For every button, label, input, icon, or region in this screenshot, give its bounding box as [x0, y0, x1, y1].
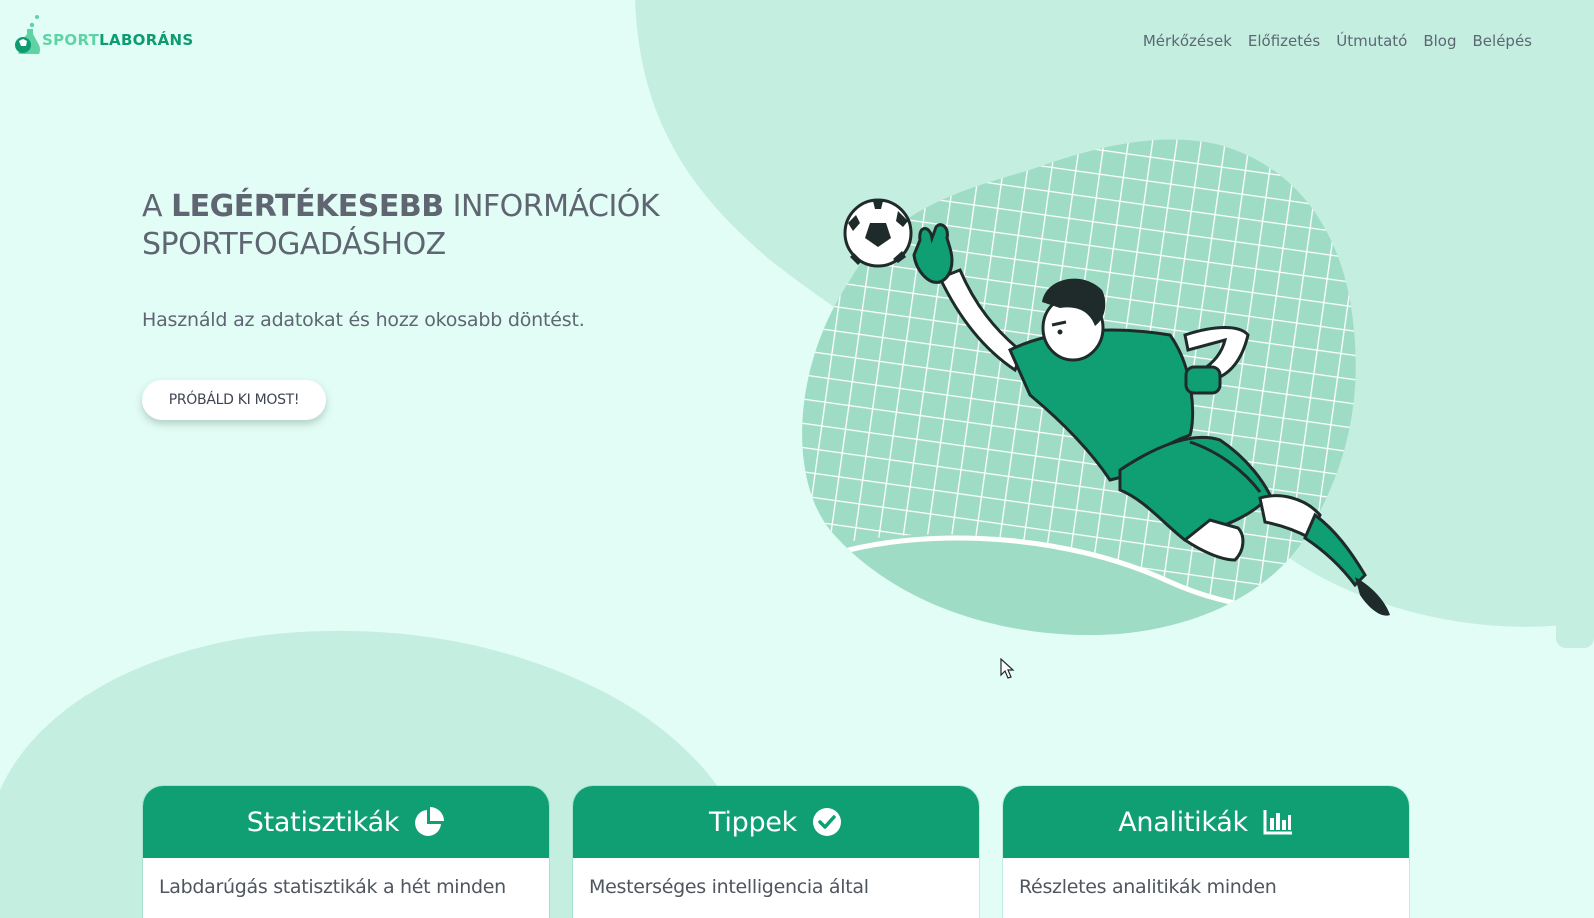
nav-link-blog[interactable]: Blog [1423, 32, 1456, 50]
feature-card-header: Analitikák [1003, 786, 1409, 858]
feature-card-text: Részletes analitikák minden [1019, 876, 1277, 898]
hero-subtitle: Használd az adatokat és hozz okosabb dön… [142, 309, 585, 331]
feature-card-analytics[interactable]: Analitikák Részletes analitikák minden [1003, 786, 1409, 918]
hero-title-prefix: A [142, 189, 172, 224]
goalkeeper-illustration [802, 139, 1390, 636]
logo-text-sport: SPORT [42, 31, 100, 49]
logo-text-laborans: LABORÁNS [99, 31, 194, 49]
flask-ball-logo-icon [15, 15, 40, 54]
feature-card-header: Tippek [573, 786, 979, 858]
feature-card-title: Tippek [709, 806, 797, 838]
feature-card-tips[interactable]: Tippek Mesterséges intelligencia által [573, 786, 979, 918]
hero-title-line2: SPORTFOGADÁSHOZ [142, 227, 446, 262]
try-now-button[interactable]: PRÓBÁLD KI MOST! [142, 380, 326, 420]
hero-title-emphasis: LEGÉRTÉKESEBB [171, 189, 444, 224]
nav-link-merkozesek[interactable]: Mérkőzések [1143, 32, 1232, 50]
feature-card-statistics[interactable]: Statisztikák Labdarúgás statisztikák a h… [143, 786, 549, 918]
check-circle-icon [812, 808, 841, 836]
nav-link-belepes[interactable]: Belépés [1473, 32, 1532, 50]
bar-chart-icon [1263, 810, 1292, 835]
nav-link-elofizetes[interactable]: Előfizetés [1248, 32, 1320, 50]
feature-card-title: Analitikák [1118, 806, 1248, 838]
feature-card-header: Statisztikák [143, 786, 549, 858]
logo[interactable]: SPORTLABORÁNS [10, 12, 193, 54]
feature-card-text: Mesterséges intelligencia által [589, 876, 869, 898]
pie-chart-icon [415, 807, 445, 836]
logo-wordmark: SPORTLABORÁNS [42, 31, 193, 49]
hero-title-suffix: INFORMÁCIÓK [443, 189, 660, 224]
feature-card-title: Statisztikák [246, 806, 400, 838]
feature-card-text: Labdarúgás statisztikák a hét minden [159, 876, 506, 898]
hero-title: A LEGÉRTÉKESEBB INFORMÁCIÓK SPORTFOGADÁSH… [142, 188, 660, 264]
main-nav: Mérkőzések Előfizetés Útmutató Blog Belé… [1143, 32, 1532, 50]
mouse-pointer-icon [1000, 658, 1015, 679]
nav-link-utmutato[interactable]: Útmutató [1336, 32, 1407, 50]
